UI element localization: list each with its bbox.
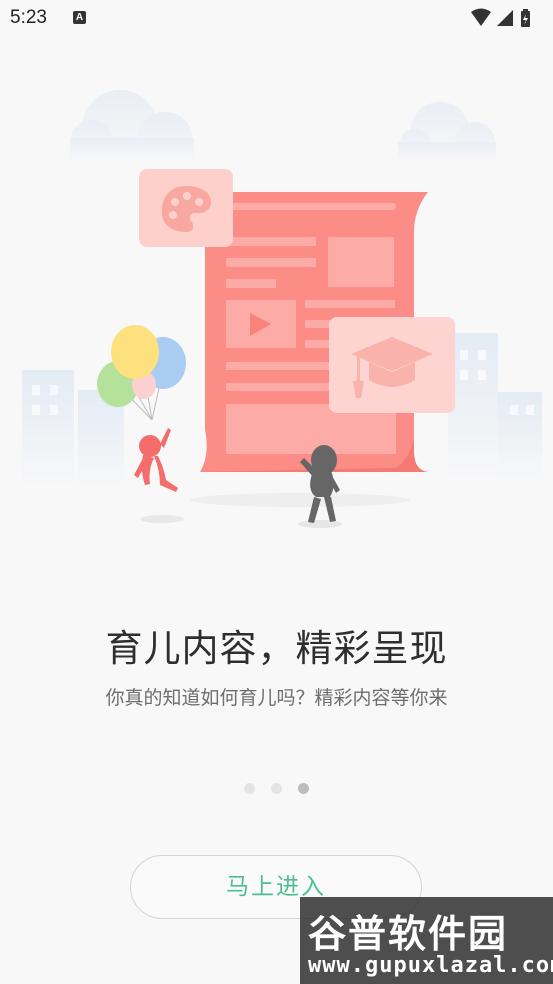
graduation-card: [329, 317, 455, 413]
cloud-right: [398, 102, 496, 162]
cloud-left: [70, 90, 194, 168]
wifi-icon: [471, 8, 491, 26]
watermark-overlay: 谷普软件园 www.gupuxlazal.com: [300, 897, 553, 984]
page-indicator: [0, 783, 553, 794]
page-subtitle: 你真的知道如何育儿吗？精彩内容等你来: [105, 687, 448, 709]
signal-icon: [497, 10, 513, 26]
child-figure: [134, 428, 178, 492]
status-time: 5:23: [10, 7, 47, 28]
page-dot-1: [244, 783, 255, 794]
watermark-url: www.gupuxlazal.com: [308, 953, 553, 978]
notification-icon: A: [73, 11, 86, 24]
battery-icon: [521, 9, 530, 27]
status-bar: 5:23 A: [0, 0, 553, 38]
page-title: 育儿内容，精彩呈现: [105, 627, 448, 670]
page-dot-3-active: [298, 783, 309, 794]
page-dot-2: [271, 783, 282, 794]
watermark-title: 谷普软件园: [308, 912, 509, 956]
status-icons: [471, 8, 530, 27]
onboarding-illustration: [22, 90, 542, 528]
palette-card: [139, 169, 233, 247]
